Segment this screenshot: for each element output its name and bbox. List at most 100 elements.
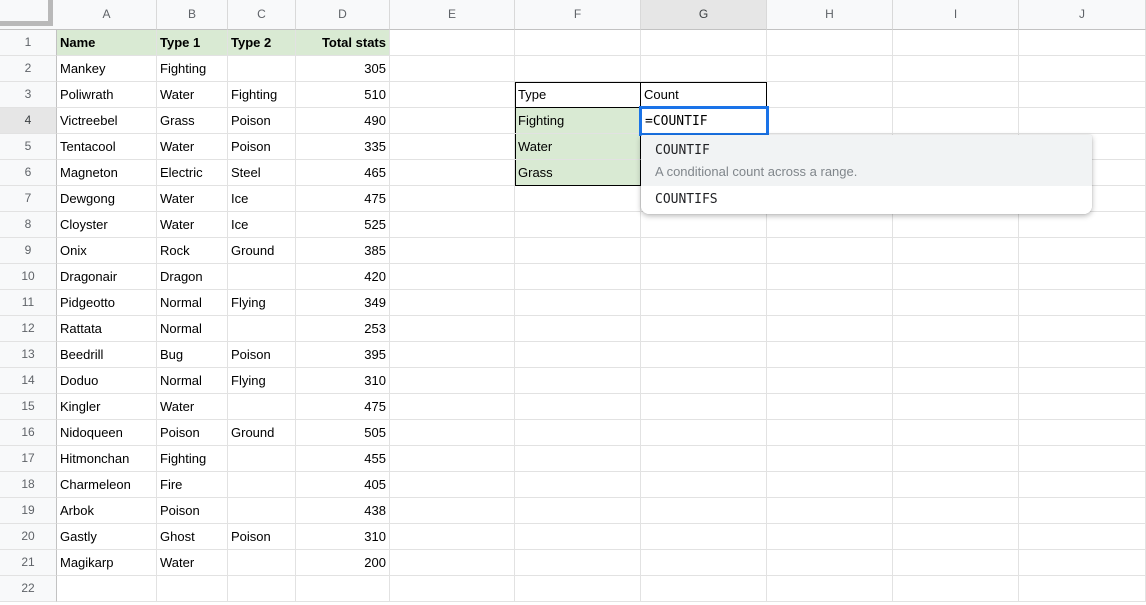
cell-C14[interactable]: Flying	[228, 368, 296, 394]
cell-H3[interactable]	[767, 82, 893, 108]
cell-C7[interactable]: Ice	[228, 186, 296, 212]
cell-A1[interactable]: Name	[57, 30, 157, 56]
cell-C12[interactable]	[228, 316, 296, 342]
cell-G22[interactable]	[641, 576, 767, 602]
cell-B3[interactable]: Water	[157, 82, 228, 108]
cell-D3[interactable]: 510	[296, 82, 390, 108]
cell-I11[interactable]	[893, 290, 1019, 316]
row-header-7[interactable]: 7	[0, 186, 57, 212]
cell-F15[interactable]	[515, 394, 641, 420]
cell-E17[interactable]	[390, 446, 515, 472]
cell-D7[interactable]: 475	[296, 186, 390, 212]
cell-D9[interactable]: 385	[296, 238, 390, 264]
cell-B16[interactable]: Poison	[157, 420, 228, 446]
cell-E12[interactable]	[390, 316, 515, 342]
cell-D6[interactable]: 465	[296, 160, 390, 186]
cell-E15[interactable]	[390, 394, 515, 420]
cell-F8[interactable]	[515, 212, 641, 238]
cell-J2[interactable]	[1019, 56, 1146, 82]
cell-F7[interactable]	[515, 186, 641, 212]
cell-J3[interactable]	[1019, 82, 1146, 108]
cell-G18[interactable]	[641, 472, 767, 498]
column-header-G[interactable]: G	[641, 0, 767, 30]
row-header-1[interactable]: 1	[0, 30, 57, 56]
cell-B7[interactable]: Water	[157, 186, 228, 212]
cell-I22[interactable]	[893, 576, 1019, 602]
cell-C17[interactable]	[228, 446, 296, 472]
cell-I12[interactable]	[893, 316, 1019, 342]
autocomplete-item-countif[interactable]: COUNTIF A conditional count across a ran…	[641, 135, 1092, 186]
cell-G1[interactable]	[641, 30, 767, 56]
column-header-F[interactable]: F	[515, 0, 641, 30]
select-all-button[interactable]	[0, 0, 57, 30]
cell-E8[interactable]	[390, 212, 515, 238]
cell-G10[interactable]	[641, 264, 767, 290]
row-header-5[interactable]: 5	[0, 134, 57, 160]
cell-B9[interactable]: Rock	[157, 238, 228, 264]
column-header-D[interactable]: D	[296, 0, 390, 30]
cell-H10[interactable]	[767, 264, 893, 290]
cell-G12[interactable]	[641, 316, 767, 342]
column-header-H[interactable]: H	[767, 0, 893, 30]
cell-A2[interactable]: Mankey	[57, 56, 157, 82]
cell-A4[interactable]: Victreebel	[57, 108, 157, 134]
cell-F4[interactable]: Fighting	[515, 108, 641, 134]
cell-G14[interactable]	[641, 368, 767, 394]
cell-E7[interactable]	[390, 186, 515, 212]
cell-H17[interactable]	[767, 446, 893, 472]
cell-C3[interactable]: Fighting	[228, 82, 296, 108]
cell-D5[interactable]: 335	[296, 134, 390, 160]
cell-B8[interactable]: Water	[157, 212, 228, 238]
cell-E20[interactable]	[390, 524, 515, 550]
cell-J19[interactable]	[1019, 498, 1146, 524]
cell-J21[interactable]	[1019, 550, 1146, 576]
active-cell-editor[interactable]: =COUNTIF	[639, 106, 769, 136]
row-header-22[interactable]: 22	[0, 576, 57, 602]
cell-H1[interactable]	[767, 30, 893, 56]
cell-I13[interactable]	[893, 342, 1019, 368]
cell-D16[interactable]: 505	[296, 420, 390, 446]
cell-C8[interactable]: Ice	[228, 212, 296, 238]
cell-C18[interactable]	[228, 472, 296, 498]
cell-E11[interactable]	[390, 290, 515, 316]
row-header-9[interactable]: 9	[0, 238, 57, 264]
cell-E22[interactable]	[390, 576, 515, 602]
cell-B20[interactable]: Ghost	[157, 524, 228, 550]
cell-B4[interactable]: Grass	[157, 108, 228, 134]
cell-C20[interactable]: Poison	[228, 524, 296, 550]
cell-A6[interactable]: Magneton	[57, 160, 157, 186]
cell-J13[interactable]	[1019, 342, 1146, 368]
cell-H22[interactable]	[767, 576, 893, 602]
cell-I3[interactable]	[893, 82, 1019, 108]
cell-D2[interactable]: 305	[296, 56, 390, 82]
cell-A19[interactable]: Arbok	[57, 498, 157, 524]
cell-B14[interactable]: Normal	[157, 368, 228, 394]
cell-F19[interactable]	[515, 498, 641, 524]
cell-H18[interactable]	[767, 472, 893, 498]
row-header-3[interactable]: 3	[0, 82, 57, 108]
cell-D20[interactable]: 310	[296, 524, 390, 550]
cell-A10[interactable]: Dragonair	[57, 264, 157, 290]
cell-I1[interactable]	[893, 30, 1019, 56]
row-header-16[interactable]: 16	[0, 420, 57, 446]
cell-J8[interactable]	[1019, 212, 1146, 238]
row-header-14[interactable]: 14	[0, 368, 57, 394]
cell-A9[interactable]: Onix	[57, 238, 157, 264]
cell-E10[interactable]	[390, 264, 515, 290]
cell-I14[interactable]	[893, 368, 1019, 394]
cell-C16[interactable]: Ground	[228, 420, 296, 446]
row-header-6[interactable]: 6	[0, 160, 57, 186]
cell-C2[interactable]	[228, 56, 296, 82]
row-header-12[interactable]: 12	[0, 316, 57, 342]
cell-C11[interactable]: Flying	[228, 290, 296, 316]
cell-I8[interactable]	[893, 212, 1019, 238]
cell-D10[interactable]: 420	[296, 264, 390, 290]
cell-D18[interactable]: 405	[296, 472, 390, 498]
cell-C13[interactable]: Poison	[228, 342, 296, 368]
cell-G17[interactable]	[641, 446, 767, 472]
cell-H4[interactable]	[767, 108, 893, 134]
cell-B17[interactable]: Fighting	[157, 446, 228, 472]
cell-F10[interactable]	[515, 264, 641, 290]
cell-I9[interactable]	[893, 238, 1019, 264]
cell-D4[interactable]: 490	[296, 108, 390, 134]
